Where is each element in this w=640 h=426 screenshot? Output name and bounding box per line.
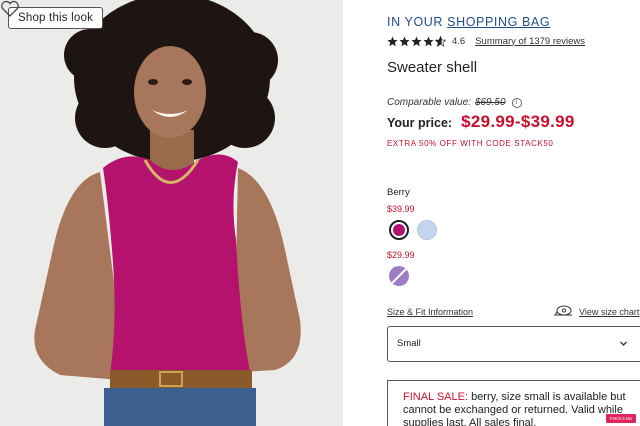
your-price: Your price: $29.99-$39.99: [387, 112, 575, 132]
star-full-icon: [423, 36, 434, 46]
product-details: IN YOUR SHOPPING BAG 4.6 Summary of 1379…: [387, 0, 640, 426]
final-sale-label: FINAL SALE:: [403, 391, 469, 403]
promo-text: EXTRA 50% OFF WITH CODE STACK50: [387, 139, 554, 148]
product-page: Shop this look IN YOUR SHOPPING BAG 4.6: [0, 0, 640, 426]
in-bag-notice: IN YOUR SHOPPING BAG: [387, 15, 550, 29]
selected-color-name: Berry: [387, 187, 410, 198]
swatch-berry[interactable]: [389, 220, 409, 240]
your-price-label: Your price:: [387, 116, 453, 130]
swatch-group-price: $29.99: [387, 250, 415, 260]
star-full-icon: [387, 36, 398, 46]
comparable-label: Comparable value:: [387, 97, 471, 108]
size-dropdown[interactable]: Small: [387, 326, 640, 362]
rating-value: 4.6: [452, 35, 466, 47]
shopping-bag-link[interactable]: SHOPPING BAG: [447, 15, 550, 29]
heart-outline-icon[interactable]: [0, 0, 20, 18]
info-icon[interactable]: i: [511, 97, 522, 108]
swatch-group-price: $39.99: [387, 204, 415, 214]
comparable-price: $69.50: [474, 97, 506, 108]
fetch-badge[interactable]: Fetch it Mo: [606, 414, 636, 423]
star-partial-icon: [435, 35, 446, 47]
size-fit-link[interactable]: Size & Fit Information: [387, 307, 473, 317]
price-range: $29.99-$39.99: [461, 112, 575, 131]
star-full-icon: [411, 36, 422, 46]
star-full-icon: [399, 36, 410, 46]
comparable-value: Comparable value: $69.50 i: [387, 97, 522, 108]
product-image[interactable]: Shop this look: [0, 0, 343, 426]
final-sale-notice: FINAL SALE: berry, size small is availab…: [387, 380, 640, 426]
swatch-purple-unavailable[interactable]: [389, 266, 409, 286]
reviews-link[interactable]: Summary of 1379 reviews: [475, 36, 585, 47]
tape-measure-icon: [554, 305, 572, 316]
in-bag-prefix: IN YOUR: [387, 15, 448, 29]
chevron-down-icon: [620, 341, 627, 346]
model-photo: [0, 0, 343, 426]
rating-summary: 4.6 Summary of 1379 reviews: [387, 34, 585, 48]
swatch-light-blue[interactable]: [417, 220, 437, 240]
star-rating: [387, 35, 446, 47]
view-size-chart-link[interactable]: View size chart: [579, 307, 639, 317]
shop-this-look-button[interactable]: Shop this look: [8, 7, 104, 29]
product-title: Sweater shell: [387, 59, 478, 76]
